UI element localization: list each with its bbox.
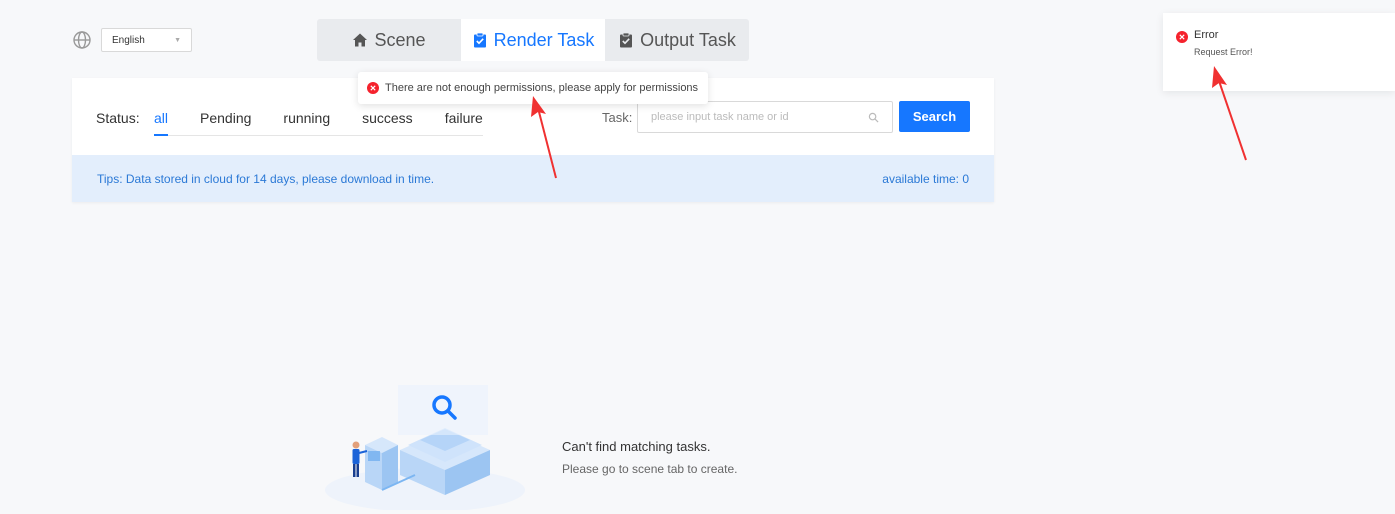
status-tab-running[interactable]: running bbox=[283, 106, 330, 135]
tab-render-task-label: Render Task bbox=[493, 29, 595, 50]
clipboard-check-icon bbox=[473, 32, 486, 48]
status-label: Status: bbox=[96, 110, 140, 126]
globe-icon bbox=[73, 31, 91, 49]
tab-scene[interactable]: Scene bbox=[317, 19, 461, 61]
permission-error-toast: There are not enough permissions, please… bbox=[358, 72, 709, 104]
task-search-input[interactable]: please input task name or id bbox=[637, 101, 893, 133]
tips-text: Tips: Data stored in cloud for 14 days, … bbox=[97, 171, 435, 186]
search-icon bbox=[868, 112, 879, 123]
language-select-value: English bbox=[112, 34, 145, 46]
search-button[interactable]: Search bbox=[899, 101, 970, 132]
notification-title: Error bbox=[1194, 29, 1219, 41]
empty-state-title: Can't find matching tasks. bbox=[562, 439, 711, 454]
permission-error-text: There are not enough permissions, please… bbox=[385, 82, 699, 94]
home-icon bbox=[353, 33, 368, 47]
language-select[interactable]: English ▼ bbox=[101, 28, 192, 52]
error-icon bbox=[367, 82, 379, 94]
task-search-placeholder: please input task name or id bbox=[651, 111, 789, 123]
tab-output-task[interactable]: Output Task bbox=[605, 19, 749, 61]
error-notification: Error Request Error! bbox=[1163, 13, 1395, 91]
tab-render-task[interactable]: Render Task bbox=[461, 19, 605, 61]
status-tab-all[interactable]: all bbox=[154, 106, 169, 136]
available-time: available time: 0 bbox=[882, 171, 969, 186]
tab-scene-label: Scene bbox=[374, 29, 426, 50]
status-tab-success[interactable]: success bbox=[362, 106, 413, 135]
status-tabs: all Pending running success failure bbox=[154, 106, 483, 136]
status-tab-failure[interactable]: failure bbox=[445, 106, 483, 135]
error-icon bbox=[1176, 31, 1188, 43]
main-tabs: Scene Render Task Output Task bbox=[317, 19, 749, 61]
task-label: Task: bbox=[602, 110, 633, 125]
empty-state-subtitle: Please go to scene tab to create. bbox=[562, 462, 738, 476]
tab-output-task-label: Output Task bbox=[640, 29, 736, 50]
chevron-down-icon: ▼ bbox=[174, 36, 181, 44]
empty-state-illustration bbox=[325, 385, 525, 510]
clipboard-icon bbox=[620, 32, 633, 48]
notification-description: Request Error! bbox=[1194, 47, 1253, 57]
tips-bar: Tips: Data stored in cloud for 14 days, … bbox=[72, 155, 994, 202]
status-tab-pending[interactable]: Pending bbox=[200, 106, 251, 135]
